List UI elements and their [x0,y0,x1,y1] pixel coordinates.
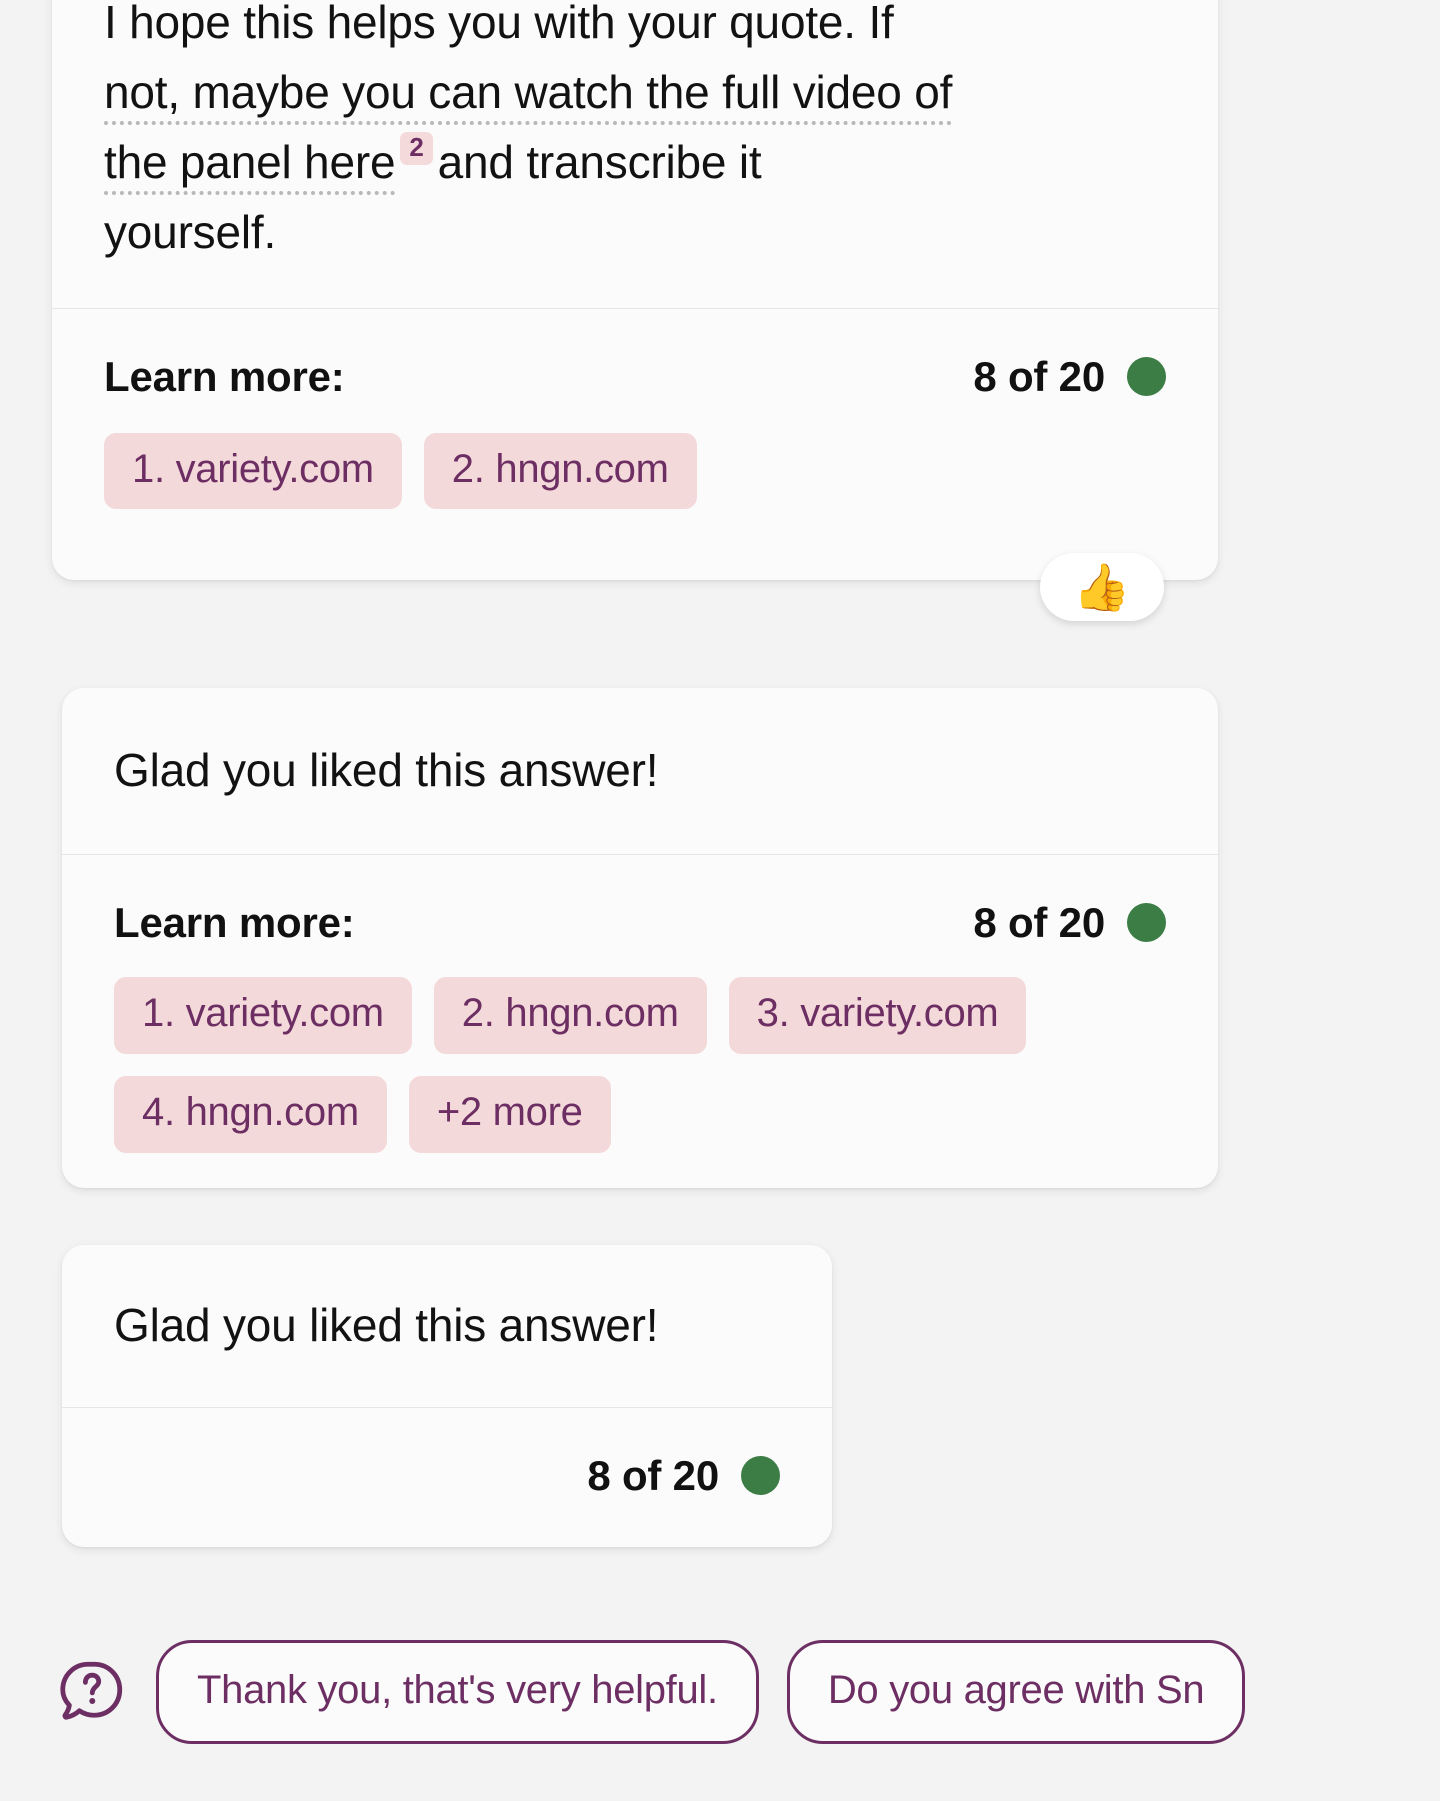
source-chip[interactable]: 1. variety.com [104,432,402,510]
learn-more-label: Learn more: [104,352,345,400]
answer-line-1: I hope this helps you with your quote. I… [104,0,894,48]
learn-more-row: Learn more: 8 of 20 [114,899,1166,947]
answer-line-3-cited: the panel here [104,135,396,195]
chat-conversation-page: I hope this helps you with your quote. I… [0,0,1440,1801]
assistant-answer-card: I hope this helps you with your quote. I… [52,0,1218,580]
followup-compact-headline: Glad you liked this answer! [114,1299,659,1351]
followup-compact-card: Glad you liked this answer! 8 of 20 [62,1245,832,1547]
source-count-label: 8 of 20 [973,352,1105,400]
answer-sources-footer: Learn more: 8 of 20 1. variety.com 2. hn… [52,309,1218,556]
learn-more-label: Learn more: [114,898,355,946]
source-count-label: 8 of 20 [973,898,1105,946]
source-chip-list: 1. variety.com 2. hngn.com [104,432,1166,510]
answer-text-body: I hope this helps you with your quote. I… [52,0,1218,308]
followup-compact-footer: 8 of 20 [62,1408,832,1546]
green-dot-icon [1127,903,1166,943]
green-dot-icon [1127,357,1166,397]
suggested-reply-chip-1[interactable]: Thank you, that's very helpful. [156,1640,759,1744]
learn-more-row: Learn more: 8 of 20 [104,353,1166,401]
followup-compact-headline-body: Glad you liked this answer! [62,1245,832,1407]
followup-card: Glad you liked this answer! Learn more: … [62,688,1218,1188]
answer-line-4: yourself. [104,205,277,258]
source-chip[interactable]: 3. variety.com [728,976,1027,1054]
source-count-group: 8 of 20 [587,1452,780,1500]
followup-sources-footer: Learn more: 8 of 20 1. variety.com 2. hn… [62,855,1218,1199]
source-chip[interactable]: 2. hngn.com [433,976,707,1054]
source-chip-list: 1. variety.com 2. hngn.com 3. variety.co… [114,976,1166,1153]
source-count-group: 8 of 20 [973,899,1166,947]
thumbs-up-icon: 👍 [1073,561,1131,613]
source-count-label: 8 of 20 [587,1451,719,1499]
source-chip[interactable]: 2. hngn.com [423,432,697,510]
source-count-group: 8 of 20 [973,353,1166,401]
source-chip[interactable]: 4. hngn.com [114,1075,387,1153]
source-chip-more[interactable]: +2 more [408,1075,611,1153]
suggested-reply-chip-2[interactable]: Do you agree with Sn [786,1640,1246,1744]
followup-headline-body: Glad you liked this answer! [62,688,1218,854]
count-row: 8 of 20 [114,1452,780,1500]
green-dot-icon [741,1456,780,1496]
answer-line-2-cited: not, maybe you can watch the full video … [104,65,952,125]
answer-paragraph: I hope this helps you with your quote. I… [104,0,1166,268]
source-chip[interactable]: 1. variety.com [114,976,412,1054]
followup-headline: Glad you liked this answer! [114,744,659,796]
thumbs-up-reaction-badge[interactable]: 👍 [1040,553,1164,621]
citation-badge-2[interactable]: 2 [400,131,433,166]
suggested-replies-bar: Thank you, that's very helpful. Do you a… [0,1640,1246,1744]
answer-line-3-rest: and transcribe it [437,135,762,188]
question-bubble-icon [60,1661,123,1720]
